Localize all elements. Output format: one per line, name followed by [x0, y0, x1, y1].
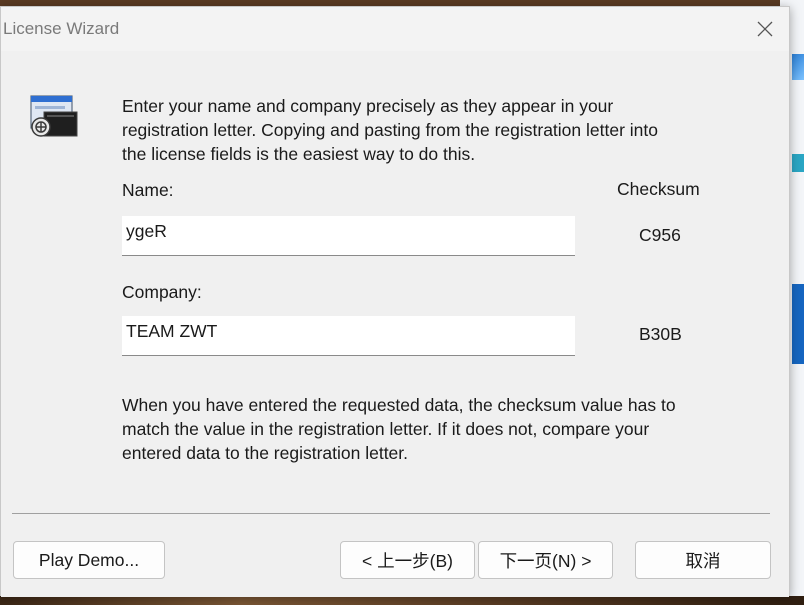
license-wizard-dialog: License Wizard Enter your name and compa…	[0, 6, 790, 597]
dialog-content: Enter your name and company precisely as…	[1, 51, 789, 597]
license-key-icon	[30, 95, 78, 137]
cancel-button[interactable]: 取消	[635, 541, 771, 579]
company-input[interactable]	[122, 316, 575, 356]
name-input[interactable]	[122, 216, 575, 256]
outro-instructions: When you have entered the requested data…	[122, 395, 676, 463]
back-button[interactable]: < 上一步(B)	[340, 541, 475, 579]
checksum-header: Checksum	[617, 179, 700, 199]
separator	[12, 513, 770, 514]
title-bar: License Wizard	[1, 7, 789, 51]
intro-instructions: Enter your name and company precisely as…	[122, 96, 658, 164]
window-title: License Wizard	[3, 19, 120, 38]
play-demo-button[interactable]: Play Demo...	[13, 541, 165, 579]
name-checksum: C956	[639, 225, 681, 245]
background-window-icon	[792, 154, 804, 172]
close-button[interactable]	[747, 13, 783, 45]
next-button[interactable]: 下一页(N) >	[478, 541, 613, 579]
name-label: Name:	[122, 180, 174, 200]
background-window-banner	[792, 284, 804, 364]
desktop-background-bottom	[0, 596, 804, 605]
close-icon	[757, 21, 773, 37]
background-window-icon	[792, 54, 804, 80]
company-label: Company:	[122, 282, 202, 302]
company-checksum: B30B	[639, 324, 682, 344]
